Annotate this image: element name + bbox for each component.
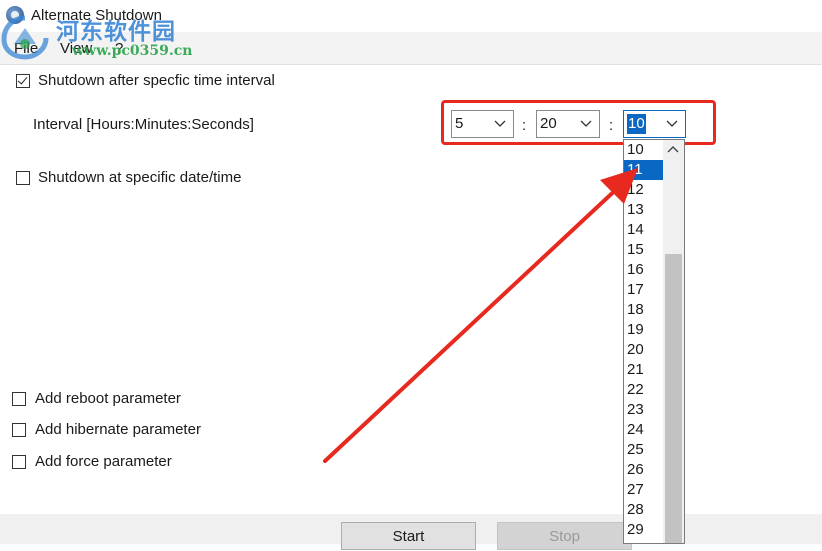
- dropdown-option[interactable]: 18: [624, 300, 664, 320]
- hibernate-checkbox[interactable]: [12, 423, 26, 437]
- dropdown-option[interactable]: 10: [624, 140, 664, 160]
- dropdown-option[interactable]: 11: [624, 160, 664, 180]
- scrollbar-thumb[interactable]: [665, 254, 682, 543]
- menu-file[interactable]: File: [14, 40, 38, 57]
- title-bar: Alternate Shutdown: [0, 0, 822, 32]
- dropdown-option[interactable]: 19: [624, 320, 664, 340]
- force-checkbox[interactable]: [12, 455, 26, 469]
- stop-button[interactable]: Stop: [497, 522, 632, 550]
- dropdown-option[interactable]: 12: [624, 180, 664, 200]
- dropdown-option[interactable]: 21: [624, 360, 664, 380]
- datetime-checkbox[interactable]: [16, 171, 30, 185]
- force-label[interactable]: Add force parameter: [35, 453, 172, 470]
- seconds-dropdown-list[interactable]: 10 11 12 13 14 15 16 17 18 19 20 21 22 23 24 25 26 27 28 29: [623, 139, 685, 544]
- menu-help[interactable]: ?: [115, 40, 123, 57]
- window-title: Alternate Shutdown: [31, 7, 162, 24]
- dropdown-option[interactable]: 25: [624, 440, 664, 460]
- interval-checkbox[interactable]: [16, 74, 30, 88]
- dropdown-option[interactable]: 20: [624, 340, 664, 360]
- dropdown-option[interactable]: 29: [624, 520, 664, 540]
- dropdown-option[interactable]: 22: [624, 380, 664, 400]
- dropdown-option[interactable]: 27: [624, 480, 664, 500]
- reboot-checkbox[interactable]: [12, 392, 26, 406]
- start-button[interactable]: Start: [341, 522, 476, 550]
- interval-option-label[interactable]: Shutdown after specfic time interval: [38, 72, 275, 89]
- reboot-label[interactable]: Add reboot parameter: [35, 390, 181, 407]
- dropdown-option[interactable]: 24: [624, 420, 664, 440]
- hibernate-label[interactable]: Add hibernate parameter: [35, 421, 201, 438]
- menu-view[interactable]: View: [60, 40, 92, 57]
- chevron-up-icon[interactable]: [667, 144, 679, 154]
- dropdown-option[interactable]: 28: [624, 500, 664, 520]
- dropdown-option[interactable]: 15: [624, 240, 664, 260]
- datetime-option-label[interactable]: Shutdown at specific date/time: [38, 169, 241, 186]
- interval-label: Interval [Hours:Minutes:Seconds]: [33, 116, 254, 133]
- dropdown-option[interactable]: 17: [624, 280, 664, 300]
- dropdown-option[interactable]: 23: [624, 400, 664, 420]
- app-icon: [6, 6, 24, 24]
- dropdown-scrollbar[interactable]: [663, 140, 684, 543]
- dropdown-option[interactable]: 26: [624, 460, 664, 480]
- dropdown-option[interactable]: 16: [624, 260, 664, 280]
- dropdown-option[interactable]: 14: [624, 220, 664, 240]
- dropdown-option[interactable]: 13: [624, 200, 664, 220]
- menu-bar: File View ?: [0, 32, 822, 65]
